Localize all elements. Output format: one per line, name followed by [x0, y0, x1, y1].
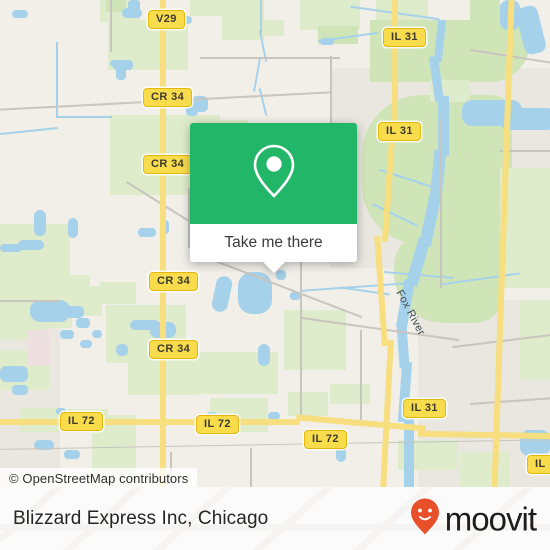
location-callout[interactable]: Take me there	[190, 123, 357, 273]
road-shield: IL 31	[403, 399, 446, 418]
map-screenshot: V29 IL 31 CR 34 IL 31 CR 34 CR 34 CR 34 IL 72 IL…	[0, 0, 550, 550]
take-me-there-button[interactable]: Take me there	[190, 224, 357, 262]
road-shield: CR 34	[149, 340, 199, 359]
road-shield: IL 72	[304, 430, 347, 449]
moovit-wordmark: moovit	[444, 500, 537, 537]
callout-header	[190, 123, 357, 224]
road-shield: IL	[527, 455, 550, 474]
take-me-there-label: Take me there	[224, 234, 323, 251]
page-title: Blizzard Express Inc, Chicago	[13, 507, 269, 529]
road-shield: IL 31	[383, 28, 426, 47]
road-shield: V29	[148, 10, 185, 29]
road-shield: CR 34	[149, 272, 199, 291]
footer-bar: Blizzard Express Inc, Chicago moovit	[0, 487, 550, 550]
callout-pointer	[262, 262, 285, 273]
road-shield: IL 72	[196, 415, 239, 434]
road-shield: CR 34	[143, 88, 193, 107]
osm-attribution[interactable]: © OpenStreetMap contributors	[0, 468, 198, 487]
moovit-smiley-pin-icon	[410, 497, 440, 540]
road-shield: IL 31	[378, 122, 421, 141]
road-shield: CR 34	[143, 155, 193, 174]
map-canvas[interactable]: V29 IL 31 CR 34 IL 31 CR 34 CR 34 CR 34 IL 72 IL…	[0, 0, 550, 487]
map-pin-icon	[251, 142, 297, 205]
moovit-brand[interactable]: moovit	[410, 497, 537, 540]
road-shield: IL 72	[60, 412, 103, 431]
